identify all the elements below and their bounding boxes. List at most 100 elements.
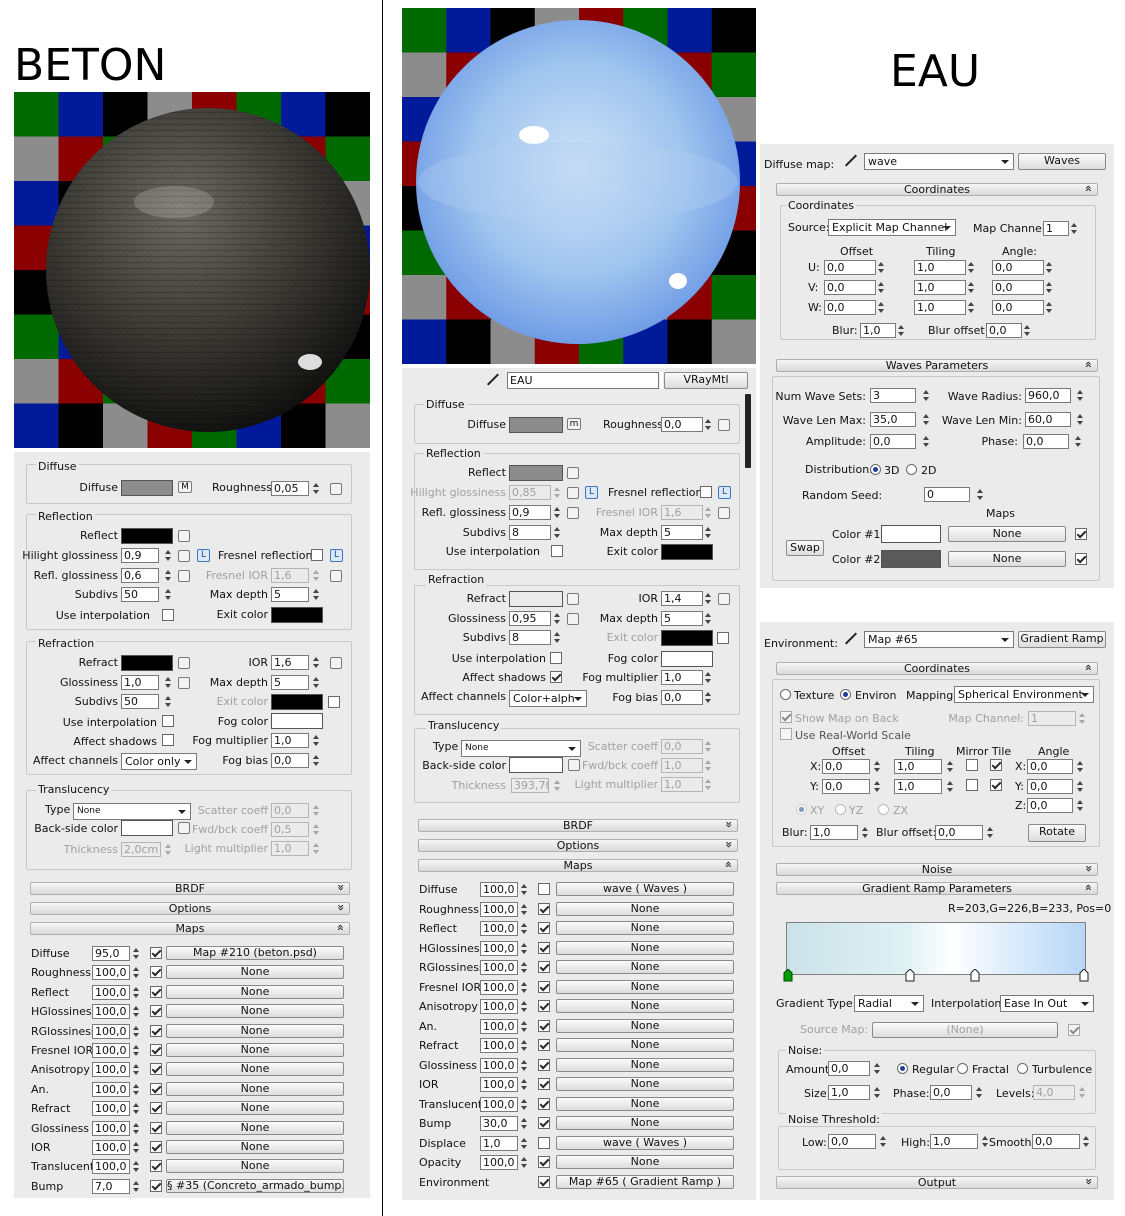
mirror-y-checkbox[interactable] — [966, 779, 978, 791]
refr-use-interp-checkbox[interactable] — [550, 652, 562, 664]
map-amount-field[interactable]: 100,0 — [92, 965, 130, 981]
u-value-field[interactable]: 0,0 — [992, 260, 1044, 275]
use-interpolation-checkbox[interactable] — [162, 609, 174, 621]
map-enable-checkbox[interactable] — [538, 1175, 550, 1188]
spinner-icon[interactable] — [312, 822, 321, 837]
refract-map-button[interactable] — [178, 657, 190, 669]
map-amount-field[interactable]: 100,0 — [480, 1096, 518, 1112]
spinner-icon[interactable] — [922, 434, 931, 449]
spinner-icon[interactable] — [553, 611, 562, 626]
light-multiplier-field[interactable]: 1,0 — [271, 841, 309, 856]
spinner-icon[interactable] — [520, 1058, 529, 1073]
spinner-icon[interactable] — [976, 487, 985, 502]
spinner-icon[interactable] — [553, 525, 562, 540]
map-slot-button[interactable]: None — [166, 1101, 344, 1116]
env-map-name-dropdown[interactable]: Map #65 — [864, 631, 1014, 648]
fresnel-lock-button[interactable]: L — [718, 486, 731, 499]
map-slot-button[interactable]: None — [556, 1155, 734, 1169]
map-amount-field[interactable]: 100,0 — [92, 1043, 130, 1058]
panel-scrollbar[interactable] — [745, 394, 751, 468]
spinner-icon[interactable] — [1076, 412, 1085, 427]
material-name-field[interactable]: EAU — [507, 372, 659, 389]
fresnel-checkbox[interactable] — [700, 486, 712, 498]
fresnel-ior-map-button[interactable] — [330, 570, 342, 582]
tile-y-checkbox[interactable] — [990, 779, 1002, 791]
random-seed-field[interactable]: 0 — [924, 487, 970, 502]
spinner-icon[interactable] — [520, 1038, 529, 1053]
map-enable-checkbox[interactable] — [150, 1141, 162, 1153]
amplitude-field[interactable]: 0,0 — [870, 434, 916, 449]
refr-max-depth-field[interactable]: 5 — [271, 675, 309, 690]
spinner-icon[interactable] — [132, 1140, 141, 1155]
wave-len-min-field[interactable]: 60,0 — [1025, 412, 1071, 427]
amount-field[interactable]: 0,0 — [828, 1061, 870, 1076]
fog-bias-field[interactable]: 0,0 — [271, 753, 309, 768]
fractal-radio[interactable] — [957, 1063, 968, 1074]
spinner-icon[interactable] — [967, 260, 976, 275]
source-map-button[interactable]: (None) — [872, 1022, 1058, 1038]
spinner-icon[interactable] — [520, 980, 529, 995]
roughness-field[interactable]: 0,05 — [271, 481, 309, 496]
high-field[interactable]: 1,0 — [930, 1134, 978, 1149]
interpolation-dropdown[interactable]: Ease In Out — [1000, 995, 1094, 1012]
spinner-icon[interactable] — [1045, 260, 1054, 275]
map-enable-checkbox[interactable] — [150, 1160, 162, 1173]
refl-glossiness-field[interactable]: 0,6 — [121, 568, 159, 583]
noise-phase-field[interactable]: 0,0 — [930, 1085, 972, 1100]
map-amount-field[interactable]: 100,0 — [480, 979, 518, 995]
distribution-2d-radio[interactable] — [906, 464, 917, 475]
map-slot-button[interactable]: None — [166, 1081, 344, 1096]
thickness-field[interactable]: 2,0cm — [121, 842, 161, 857]
map-slot-button[interactable]: None — [166, 1120, 344, 1135]
max-depth-field[interactable]: 5 — [271, 587, 309, 602]
spinner-icon[interactable] — [946, 779, 955, 794]
diffuse-map-button[interactable]: m — [567, 418, 581, 430]
noise-rollout[interactable]: Noise — [776, 863, 1098, 876]
translucency-type-dropdown[interactable]: None — [73, 803, 191, 820]
spinner-icon[interactable] — [520, 882, 529, 897]
refract-swatch[interactable] — [509, 591, 563, 607]
fog-color-swatch[interactable] — [661, 651, 713, 667]
material-type-button[interactable]: VRayMtl — [664, 372, 748, 389]
distribution-3d-radio[interactable] — [870, 464, 881, 475]
roughness-map-button[interactable] — [718, 419, 730, 431]
thickness-field[interactable]: 393,70 — [511, 778, 549, 793]
ior-field[interactable]: 1,6 — [271, 655, 309, 670]
spinner-icon[interactable] — [1074, 434, 1083, 449]
spinner-icon[interactable] — [312, 753, 321, 768]
subdivs-field[interactable]: 8 — [509, 525, 551, 540]
spinner-icon[interactable] — [704, 611, 713, 626]
spinner-icon[interactable] — [704, 525, 713, 540]
refr-exit-checkbox[interactable] — [717, 632, 729, 644]
spinner-icon[interactable] — [520, 1077, 529, 1092]
refl-gloss-map-button[interactable] — [567, 507, 579, 519]
spinner-icon[interactable] — [132, 1004, 141, 1019]
map-amount-field[interactable]: 100,0 — [92, 1023, 130, 1039]
map-amount-field[interactable]: 100,0 — [480, 882, 518, 897]
size-field[interactable]: 1,0 — [828, 1085, 870, 1100]
map-slot-button[interactable]: None — [556, 1018, 734, 1033]
map-slot-button[interactable]: None — [166, 1140, 344, 1154]
eyedropper-icon[interactable] — [844, 632, 858, 646]
env-coordinates-rollout[interactable]: Coordinates — [776, 662, 1098, 675]
spinner-icon[interactable] — [986, 825, 995, 840]
spinner-icon[interactable] — [132, 1082, 141, 1097]
diffuse-swatch[interactable] — [509, 417, 563, 433]
spinner-icon[interactable] — [553, 778, 562, 793]
map-enable-checkbox[interactable] — [538, 941, 550, 954]
color2-map-checkbox[interactable] — [1075, 553, 1087, 565]
v-value-field[interactable]: 0,0 — [992, 280, 1044, 295]
light-multiplier-field[interactable]: 1,0 — [661, 777, 703, 792]
waves-parameters-rollout[interactable]: Waves Parameters — [776, 359, 1098, 372]
color2-swatch[interactable] — [881, 550, 941, 568]
tiling-x-field[interactable]: 1,0 — [894, 759, 942, 774]
spinner-icon[interactable] — [132, 1043, 141, 1058]
map-enable-checkbox[interactable] — [150, 947, 162, 959]
v-value-field[interactable]: 1,0 — [914, 280, 966, 295]
waves-type-button[interactable]: Waves — [1018, 153, 1106, 170]
spinner-icon[interactable] — [897, 323, 906, 338]
ior-field[interactable]: 1,4 — [661, 591, 703, 606]
roughness-field[interactable]: 0,0 — [661, 417, 703, 432]
hilight-map-button[interactable] — [567, 487, 579, 499]
spinner-icon[interactable] — [164, 694, 173, 709]
